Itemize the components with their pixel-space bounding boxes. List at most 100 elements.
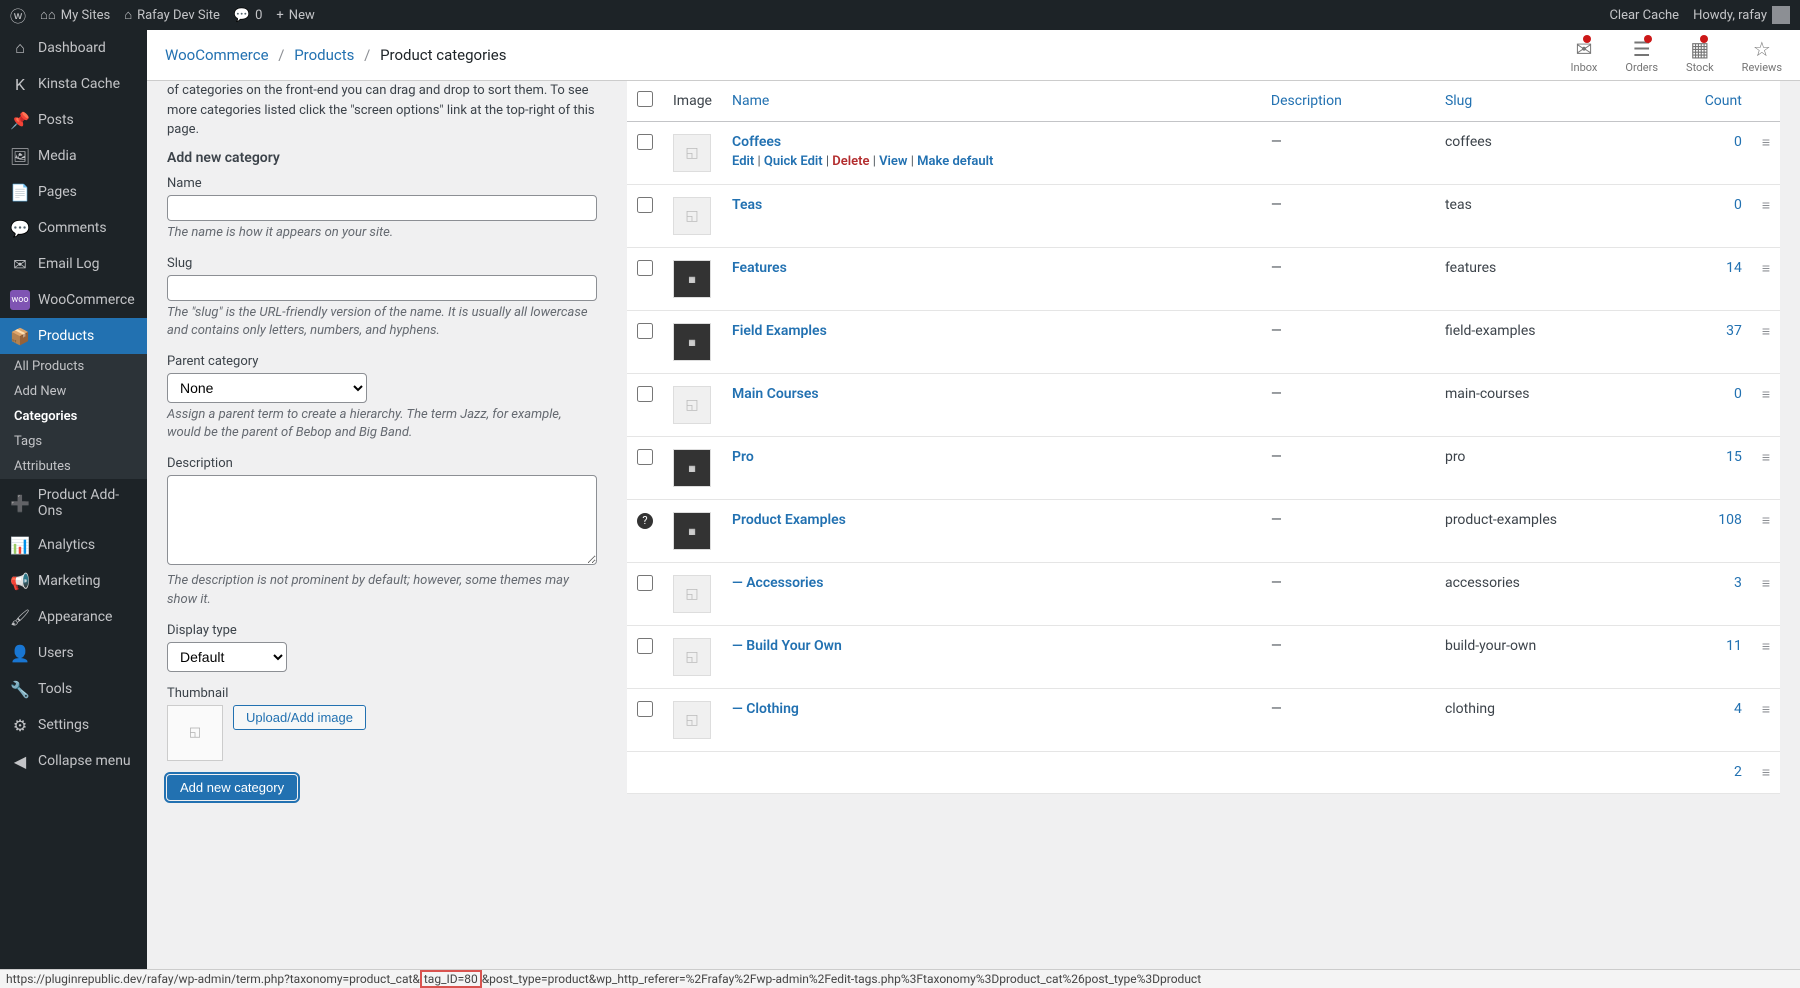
row-count-link[interactable]: 4 xyxy=(1734,701,1742,717)
new-content-link[interactable]: +New xyxy=(276,8,314,23)
category-name-link[interactable]: Features xyxy=(732,260,787,276)
toggle-row-icon[interactable]: ≡ xyxy=(1762,324,1770,340)
submenu-add-new[interactable]: Add New xyxy=(0,379,147,404)
comments-link[interactable]: 💬0 xyxy=(234,8,263,23)
category-name-link[interactable]: — Build Your Own xyxy=(732,638,842,654)
toggle-row-icon[interactable]: ≡ xyxy=(1762,639,1770,655)
category-name-link[interactable]: Product Examples xyxy=(732,512,846,528)
row-checkbox[interactable] xyxy=(637,197,653,213)
activity-inbox[interactable]: ✉Inbox xyxy=(1571,37,1598,74)
row-checkbox[interactable] xyxy=(637,386,653,402)
row-checkbox[interactable] xyxy=(637,638,653,654)
sidebar-item-tools[interactable]: 🔧Tools xyxy=(0,671,147,707)
row-description: — xyxy=(1261,437,1435,500)
categories-table-wrap: Image Name Description Slug Count ◱Coffe… xyxy=(627,81,1780,800)
sidebar-item-comments[interactable]: 💬Comments xyxy=(0,210,147,246)
toggle-row-icon[interactable]: ≡ xyxy=(1762,387,1770,403)
submenu-categories[interactable]: Categories xyxy=(0,404,147,429)
row-count-link[interactable]: 37 xyxy=(1726,323,1742,339)
sidebar-item-addons[interactable]: ➕Product Add-Ons xyxy=(0,479,147,527)
crumb-woocommerce[interactable]: WooCommerce xyxy=(165,46,269,64)
sidebar-item-woocommerce[interactable]: wooWooCommerce xyxy=(0,282,147,318)
row-count-link[interactable]: 0 xyxy=(1734,197,1742,213)
intro-text: of categories on the front-end you can d… xyxy=(167,81,597,140)
toggle-row-icon[interactable]: ≡ xyxy=(1762,261,1770,277)
category-name-link[interactable]: Pro xyxy=(732,449,754,465)
row-count-link[interactable]: 108 xyxy=(1718,512,1742,528)
toggle-row-icon[interactable]: ≡ xyxy=(1762,198,1770,214)
row-count-link[interactable]: 0 xyxy=(1734,134,1742,150)
sidebar-item-marketing[interactable]: 📢Marketing xyxy=(0,563,147,599)
activity-orders[interactable]: ☰Orders xyxy=(1625,37,1658,74)
row-count-link[interactable]: 2 xyxy=(1734,764,1742,780)
row-count-link[interactable]: 14 xyxy=(1726,260,1742,276)
category-name-link[interactable]: Main Courses xyxy=(732,386,819,402)
display-select[interactable]: Default xyxy=(167,642,287,672)
row-action-view[interactable]: View xyxy=(879,154,907,169)
toggle-row-icon[interactable]: ≡ xyxy=(1762,135,1770,151)
slug-input[interactable] xyxy=(167,275,597,301)
row-checkbox[interactable] xyxy=(637,575,653,591)
sidebar-item-kinsta[interactable]: KKinsta Cache xyxy=(0,66,147,102)
submenu-tags[interactable]: Tags xyxy=(0,429,147,454)
category-name-link[interactable]: Field Examples xyxy=(732,323,827,339)
activity-reviews[interactable]: ☆Reviews xyxy=(1742,37,1782,74)
row-action-edit[interactable]: Edit xyxy=(732,154,754,169)
row-count-link[interactable]: 3 xyxy=(1734,575,1742,591)
row-count-link[interactable]: 0 xyxy=(1734,386,1742,402)
row-action-quick-edit[interactable]: Quick Edit xyxy=(764,154,823,169)
sidebar-item-users[interactable]: 👤Users xyxy=(0,635,147,671)
submenu-attributes[interactable]: Attributes xyxy=(0,454,147,479)
row-action-delete[interactable]: Delete xyxy=(832,154,869,169)
sidebar-item-appearance[interactable]: 🖌Appearance xyxy=(0,599,147,635)
table-row: ▦Field Examples—field-examples37≡ xyxy=(627,311,1780,374)
submenu-all-products[interactable]: All Products xyxy=(0,354,147,379)
row-action-make-default[interactable]: Make default xyxy=(917,154,993,169)
sidebar-item-analytics[interactable]: 📊Analytics xyxy=(0,527,147,563)
wp-logo-link[interactable]: ⓦ xyxy=(10,3,26,27)
row-checkbox[interactable] xyxy=(637,323,653,339)
category-name-link[interactable]: Teas xyxy=(732,197,762,213)
sidebar-item-products[interactable]: 📦Products xyxy=(0,318,147,354)
add-category-submit[interactable]: Add new category xyxy=(167,775,297,800)
col-slug[interactable]: Slug xyxy=(1445,93,1472,109)
col-name[interactable]: Name xyxy=(732,93,769,109)
toggle-row-icon[interactable]: ≡ xyxy=(1762,765,1770,781)
select-all-checkbox[interactable] xyxy=(637,91,653,107)
help-icon[interactable]: ? xyxy=(637,513,653,529)
my-sites-link[interactable]: ⌂⌂My Sites xyxy=(40,7,110,23)
row-checkbox[interactable] xyxy=(637,449,653,465)
col-count[interactable]: Count xyxy=(1705,93,1742,109)
activity-stock[interactable]: ▦Stock xyxy=(1686,37,1714,74)
howdy-link[interactable]: Howdy, rafay xyxy=(1693,6,1790,24)
sidebar-item-emaillog[interactable]: ✉Email Log xyxy=(0,246,147,282)
upload-image-button[interactable]: Upload/Add image xyxy=(233,705,366,730)
sidebar-item-collapse[interactable]: ◀Collapse menu xyxy=(0,743,147,779)
clear-cache-link[interactable]: Clear Cache xyxy=(1609,8,1679,23)
col-description[interactable]: Description xyxy=(1271,93,1342,109)
row-count-link[interactable]: 15 xyxy=(1726,449,1742,465)
category-name-link[interactable]: — Accessories xyxy=(732,575,823,591)
sidebar-item-settings[interactable]: ⚙Settings xyxy=(0,707,147,743)
toggle-row-icon[interactable]: ≡ xyxy=(1762,450,1770,466)
sidebar-item-dashboard[interactable]: ⌂Dashboard xyxy=(0,30,147,66)
category-thumbnail: ▦ xyxy=(673,512,711,550)
sidebar-item-pages[interactable]: 📄Pages xyxy=(0,174,147,210)
sidebar-item-media[interactable]: 🖼Media xyxy=(0,138,147,174)
row-checkbox[interactable] xyxy=(637,701,653,717)
site-name-link[interactable]: ⌂Rafay Dev Site xyxy=(124,7,220,23)
row-checkbox[interactable] xyxy=(637,134,653,150)
row-checkbox[interactable] xyxy=(637,260,653,276)
row-count-link[interactable]: 11 xyxy=(1726,638,1742,654)
sidebar-item-posts[interactable]: 📌Posts xyxy=(0,102,147,138)
row-slug: clothing xyxy=(1435,689,1688,752)
category-name-link[interactable]: — Clothing xyxy=(732,701,799,717)
description-textarea[interactable] xyxy=(167,475,597,565)
toggle-row-icon[interactable]: ≡ xyxy=(1762,513,1770,529)
parent-select[interactable]: None xyxy=(167,373,367,403)
toggle-row-icon[interactable]: ≡ xyxy=(1762,702,1770,718)
crumb-products[interactable]: Products xyxy=(294,46,354,64)
category-name-link[interactable]: Coffees xyxy=(732,134,781,150)
name-input[interactable] xyxy=(167,195,597,221)
toggle-row-icon[interactable]: ≡ xyxy=(1762,576,1770,592)
